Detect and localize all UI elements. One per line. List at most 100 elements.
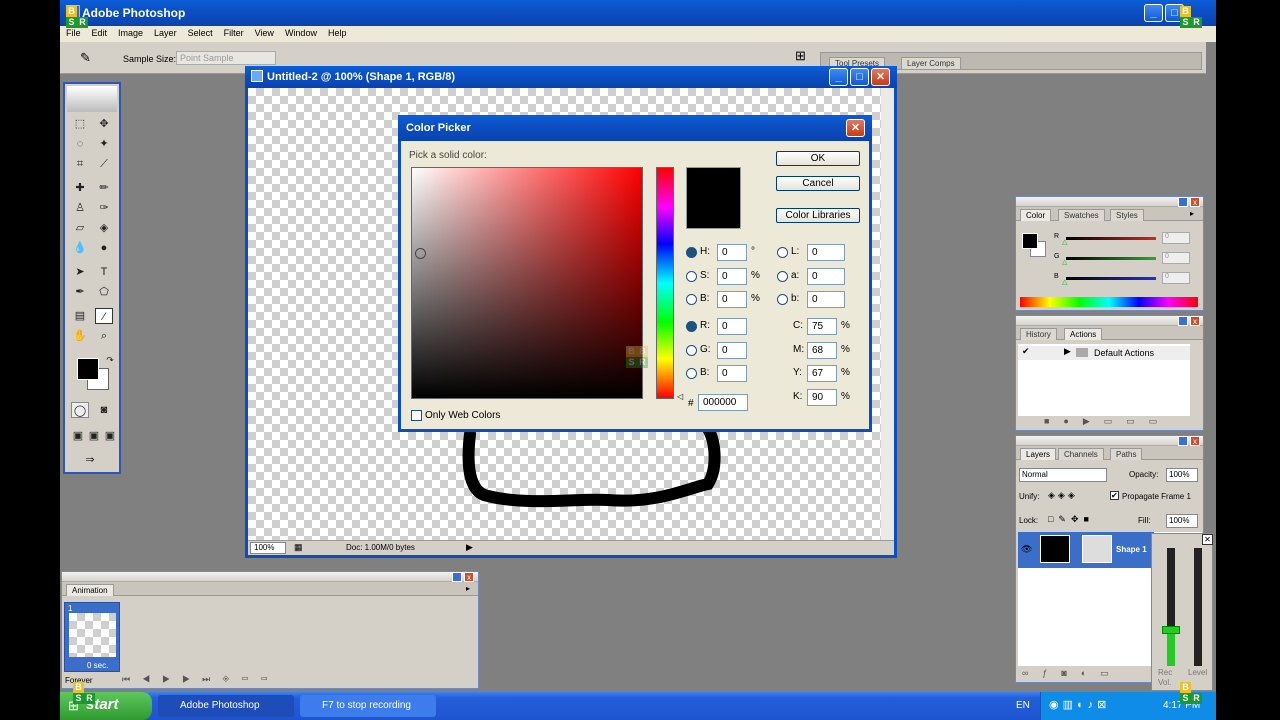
layer-row[interactable]: 👁 Shape 1 <box>1018 532 1154 568</box>
notes-tool-icon[interactable]: ▤ <box>71 308 89 324</box>
zoom-tool-icon[interactable]: ⌕ <box>95 328 113 344</box>
healing-brush-icon[interactable]: ✚ <box>71 180 89 196</box>
channel-handle-icon-1[interactable]: △ <box>1062 258 1067 266</box>
hex-field[interactable]: 000000 <box>698 394 748 411</box>
type-tool-icon[interactable]: T <box>95 264 113 280</box>
frame-delay[interactable]: 0 sec. <box>87 661 108 670</box>
cmyk-field-2[interactable]: 67 <box>807 365 837 382</box>
hsb-radio-0[interactable] <box>686 247 697 258</box>
slice-tool-icon[interactable]: ⟋ <box>95 156 113 172</box>
status-menu-arrow-icon[interactable]: ▶ <box>466 542 473 553</box>
color-libraries-button[interactable]: Color Libraries <box>776 208 860 223</box>
tab-styles[interactable]: Styles <box>1110 209 1144 221</box>
eyedropper-icon[interactable]: ✎ <box>80 50 91 66</box>
actions-footer-buttons[interactable]: ■●▶▭▭▭ <box>1016 416 1203 430</box>
menu-filter[interactable]: Filter <box>224 28 244 38</box>
channel-slider-2[interactable] <box>1066 277 1156 280</box>
only-web-colors-checkbox[interactable] <box>411 410 422 421</box>
ok-button[interactable]: OK <box>776 151 860 166</box>
tab-history[interactable]: History <box>1020 328 1057 340</box>
rgb-field-1[interactable]: 0 <box>717 341 747 359</box>
hsb-radio-2[interactable] <box>686 294 697 305</box>
menu-file[interactable]: File <box>66 28 81 38</box>
quick-mask-icon[interactable]: ◙ <box>95 402 113 418</box>
list-item[interactable]: ✔ ▶ Default Actions <box>1018 346 1190 360</box>
animation-panel-minimize[interactable]: _ <box>452 572 462 582</box>
menu-view[interactable]: View <box>255 28 274 38</box>
channel-field-1[interactable]: 0 <box>1162 252 1190 264</box>
propagate-checkbox[interactable]: ✔ <box>1110 491 1119 500</box>
pen-tool-icon[interactable]: ✒ <box>71 284 89 300</box>
color-selector-circle[interactable] <box>415 248 426 259</box>
checkmark-icon[interactable]: ✔ <box>1022 346 1030 357</box>
tray-icons[interactable]: ◉▥◐♪⊠ <box>1049 698 1110 711</box>
doc-minimize-button[interactable]: _ <box>829 68 848 86</box>
dodge-tool-icon[interactable]: ● <box>95 240 113 256</box>
rgb-radio-1[interactable] <box>686 344 697 356</box>
unify-icons[interactable]: ◈◈◈ <box>1048 490 1078 501</box>
magic-wand-icon[interactable]: ✦ <box>95 136 113 152</box>
hsb-field-0[interactable]: 0 <box>717 244 747 261</box>
frame-1[interactable]: 1 0 sec. <box>64 602 120 672</box>
tab-swatches[interactable]: Swatches <box>1058 209 1105 221</box>
palette-well-icon[interactable]: ⊞ <box>795 48 806 64</box>
channel-field-2[interactable]: 0 <box>1162 272 1190 284</box>
path-select-icon[interactable]: ➤ <box>71 264 89 280</box>
lab-field-0[interactable]: 0 <box>807 244 845 261</box>
color-panel-close[interactable]: x <box>1190 197 1200 207</box>
tab-layer-comps[interactable]: Layer Comps <box>901 57 961 69</box>
tab-paths[interactable]: Paths <box>1110 448 1143 460</box>
lab-radio-1[interactable] <box>777 270 788 282</box>
rgb-field-0[interactable]: 0 <box>717 318 747 335</box>
cmyk-field-3[interactable]: 90 <box>807 388 837 406</box>
opacity-field[interactable]: 100% <box>1166 468 1198 482</box>
menu-layer[interactable]: Layer <box>154 28 177 38</box>
channel-field-0[interactable]: 0 <box>1162 232 1190 244</box>
menu-edit[interactable]: Edit <box>92 28 108 38</box>
eyedropper-tool-icon[interactable]: ⁄ <box>95 308 113 324</box>
tab-layers[interactable]: Layers <box>1020 448 1057 460</box>
lab-radio-2[interactable] <box>777 294 788 305</box>
marquee-tool-icon[interactable]: ⬚ <box>71 116 89 132</box>
channel-slider-1[interactable] <box>1066 257 1156 260</box>
history-brush-icon[interactable]: ✑ <box>95 200 113 216</box>
rgb-radio-0[interactable] <box>686 321 697 332</box>
menu-window[interactable]: Window <box>285 28 317 38</box>
doc-maximize-button[interactable]: □ <box>850 68 869 86</box>
shape-tool-icon[interactable]: ⬠ <box>95 284 113 300</box>
hsb-field-1[interactable]: 0 <box>717 267 747 285</box>
sample-size-select[interactable]: Point Sample <box>176 51 276 65</box>
cancel-button[interactable]: Cancel <box>776 176 860 191</box>
saturation-brightness-field[interactable] <box>411 167 643 399</box>
lasso-tool-icon[interactable]: ◌ <box>71 136 89 152</box>
stamp-tool-icon[interactable]: ♙ <box>71 200 89 216</box>
fill-field[interactable]: 100% <box>1166 514 1198 528</box>
taskbar-item-photoshop[interactable]: Adobe Photoshop <box>158 695 294 717</box>
vertical-scrollbar[interactable] <box>881 88 894 540</box>
color-panel-minimize[interactable]: _ <box>1178 197 1188 207</box>
channel-slider-0[interactable] <box>1066 237 1156 240</box>
rgb-radio-2[interactable] <box>686 368 697 379</box>
layers-panel-close[interactable]: x <box>1190 436 1200 446</box>
zoom-field[interactable]: 100% <box>250 542 286 554</box>
tab-channels[interactable]: Channels <box>1058 448 1104 460</box>
panel-menu-icon[interactable]: ▸ <box>1190 209 1194 218</box>
hsb-radio-1[interactable] <box>686 270 697 282</box>
swap-colors-icon[interactable]: ↷ <box>101 352 119 368</box>
screen-mode-3-icon[interactable]: ▣ <box>101 428 119 444</box>
recorder-close-button[interactable]: ✕ <box>1202 534 1213 545</box>
taskbar-item-recorder[interactable]: F7 to stop recording <box>300 695 436 717</box>
hand-tool-icon[interactable]: ✋ <box>71 328 89 344</box>
language-indicator[interactable]: EN <box>1016 700 1030 711</box>
lab-field-1[interactable]: 0 <box>807 267 845 285</box>
animation-menu-icon[interactable]: ▸ <box>466 584 470 593</box>
lab-field-2[interactable]: 0 <box>807 291 845 308</box>
rec-vol-slider[interactable] <box>1162 626 1180 634</box>
blend-mode-select[interactable]: Normal <box>1019 468 1107 482</box>
menu-help[interactable]: Help <box>328 28 347 38</box>
channel-handle-icon-2[interactable]: △ <box>1062 278 1067 286</box>
eye-icon[interactable]: 👁 <box>1021 544 1032 555</box>
hue-slider-handle-icon[interactable]: ◁ <box>677 392 683 401</box>
expand-arrow-icon[interactable]: ▶ <box>1064 346 1071 357</box>
color-picker-close-button[interactable]: ✕ <box>846 119 865 137</box>
